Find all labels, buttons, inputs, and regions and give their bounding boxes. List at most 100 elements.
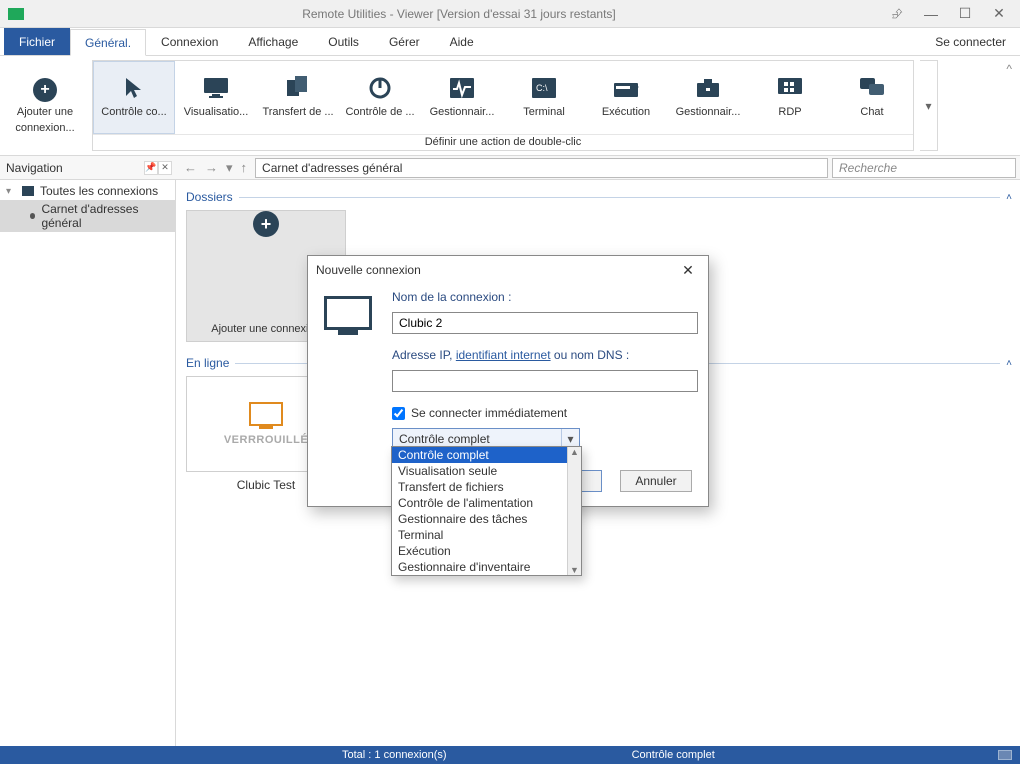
section-folders-title: Dossiers — [186, 190, 233, 204]
ribbon-view-only[interactable]: Visualisatio... — [175, 61, 257, 134]
close-panel-icon[interactable]: ✕ — [158, 161, 172, 175]
mode-select-value: Contrôle complet — [399, 432, 490, 446]
sign-in-button[interactable]: Se connecter — [921, 29, 1020, 55]
tree-child[interactable]: Carnet d'adresses général — [0, 200, 175, 232]
dropdown-option[interactable]: Transfert de fichiers — [392, 479, 581, 495]
section-folders-header: Dossiers ˄ — [186, 190, 1012, 204]
address-bar[interactable]: Carnet d'adresses général — [255, 158, 828, 178]
dropdown-option[interactable]: Visualisation seule — [392, 463, 581, 479]
tree: ▾ Toutes les connexions Carnet d'adresse… — [0, 180, 175, 234]
ribbon-file-transfer[interactable]: Transfert de ... — [257, 61, 339, 134]
ribbon-rdp[interactable]: RDP — [749, 61, 831, 134]
ribbon-item-label: Visualisatio... — [184, 106, 249, 118]
tab-connection[interactable]: Connexion — [146, 28, 233, 55]
dropdown-option[interactable]: Terminal — [392, 527, 581, 543]
nav-forward-icon[interactable]: → — [205, 160, 218, 175]
ribbon-collapse-icon[interactable]: ^ — [1006, 62, 1012, 76]
address-label: Adresse IP, identifiant internet ou nom … — [392, 348, 629, 362]
nav-dropdown-icon[interactable]: ▾ — [226, 160, 233, 176]
nav-panel-header: Navigation 📌 ✕ — [0, 161, 176, 175]
monitor-icon — [201, 76, 231, 100]
address-input[interactable] — [392, 370, 698, 392]
ribbon-item-label: Gestionnair... — [430, 106, 495, 118]
tab-help[interactable]: Aide — [435, 28, 489, 55]
internet-id-link[interactable]: identifiant internet — [456, 348, 551, 362]
ribbon-chat[interactable]: Chat — [831, 61, 913, 134]
tree-root-label: Toutes les connexions — [40, 184, 158, 198]
connection-status: VERRROUILLÉ — [224, 434, 308, 446]
maximize-button[interactable]: ☐ — [954, 3, 976, 25]
rdp-icon — [775, 76, 805, 100]
terminal-icon: C:\ — [529, 76, 559, 100]
keyboard-icon[interactable] — [998, 750, 1012, 760]
tab-strip: Fichier Général. Connexion Affichage Out… — [0, 28, 1020, 56]
tab-tools[interactable]: Outils — [313, 28, 374, 55]
dialog-titlebar: Nouvelle connexion ✕ — [308, 256, 708, 284]
ribbon: + Ajouter une connexion... Contrôle co..… — [0, 56, 1020, 156]
app-icon — [8, 8, 24, 20]
minimize-button[interactable]: — — [920, 3, 942, 25]
svg-text:C:\: C:\ — [536, 83, 548, 93]
ribbon-group-actions: Contrôle co... Visualisatio... Transfert… — [92, 60, 914, 151]
nav-up-icon[interactable]: ↑ — [241, 160, 248, 175]
collapse-section-icon[interactable]: ˄ — [1006, 358, 1012, 369]
ribbon-inventory[interactable]: Gestionnair... — [667, 61, 749, 134]
cancel-button[interactable]: Annuler — [620, 470, 692, 492]
status-bar: Total : 1 connexion(s) Contrôle complet — [0, 746, 1020, 764]
add-connection-label-1: Ajouter une — [17, 106, 73, 118]
connection-name: Clubic Test — [237, 478, 295, 492]
dialog-close-button[interactable]: ✕ — [676, 260, 700, 280]
ribbon-item-label: Chat — [860, 106, 883, 118]
monitor-icon — [324, 296, 372, 330]
dropdown-option[interactable]: Contrôle complet — [392, 447, 581, 463]
dropdown-option[interactable]: Gestionnaire d'inventaire — [392, 559, 581, 575]
connection-name-input[interactable] — [392, 312, 698, 334]
close-button[interactable]: ✕ — [988, 3, 1010, 25]
search-input[interactable]: Recherche — [832, 158, 1016, 178]
tab-general[interactable]: Général. — [70, 29, 146, 56]
caret-icon: ▾ — [6, 186, 16, 197]
tab-file[interactable]: Fichier — [4, 28, 70, 55]
run-icon — [611, 76, 641, 100]
ribbon-task-manager[interactable]: Gestionnair... — [421, 61, 503, 134]
ribbon-terminal[interactable]: C:\ Terminal — [503, 61, 585, 134]
add-connection-label-2: connexion... — [15, 122, 74, 134]
tab-manage[interactable]: Gérer — [374, 28, 435, 55]
search-placeholder: Recherche — [839, 161, 897, 175]
tree-root[interactable]: ▾ Toutes les connexions — [0, 182, 175, 200]
scroll-up-icon: ▲ — [570, 447, 579, 457]
ribbon-item-label: Contrôle co... — [101, 106, 166, 118]
nav-buttons: ← → ▾ ↑ — [176, 160, 255, 176]
tab-view[interactable]: Affichage — [233, 28, 313, 55]
ribbon-item-label: Contrôle de ... — [345, 106, 414, 118]
connect-now-checkbox[interactable] — [392, 407, 405, 420]
dropdown-option[interactable]: Gestionnaire des tâches — [392, 511, 581, 527]
address-text: Carnet d'adresses général — [262, 161, 402, 175]
sidebar: ▾ Toutes les connexions Carnet d'adresse… — [0, 180, 176, 746]
collapse-ribbon-icon[interactable]: ⮵ — [886, 3, 908, 25]
ribbon-item-label: Terminal — [523, 106, 565, 118]
nav-row: Navigation 📌 ✕ ← → ▾ ↑ Carnet d'adresses… — [0, 156, 1020, 180]
pin-icon[interactable]: 📌 — [144, 161, 158, 175]
ribbon-execute[interactable]: Exécution — [585, 61, 667, 134]
nav-back-icon[interactable]: ← — [184, 160, 197, 175]
ribbon-full-control[interactable]: Contrôle co... — [93, 61, 175, 134]
scroll-down-icon: ▼ — [570, 565, 579, 575]
divider — [239, 197, 1000, 198]
dialog-title: Nouvelle connexion — [316, 263, 421, 277]
dropdown-option[interactable]: Contrôle de l'alimentation — [392, 495, 581, 511]
ribbon-item-label: Gestionnair... — [676, 106, 741, 118]
ribbon-power-control[interactable]: Contrôle de ... — [339, 61, 421, 134]
add-connection-button[interactable]: + Ajouter une connexion... — [0, 56, 90, 155]
ribbon-overflow-button[interactable]: ▾ — [920, 60, 938, 151]
monitor-icon — [249, 402, 283, 426]
dropdown-option[interactable]: Exécution — [392, 543, 581, 559]
dropdown-scrollbar[interactable]: ▲▼ — [567, 447, 581, 575]
cursor-icon — [119, 76, 149, 100]
ribbon-item-label: Transfert de ... — [262, 106, 333, 118]
briefcase-icon — [693, 76, 723, 100]
activity-icon — [447, 76, 477, 100]
collapse-section-icon[interactable]: ˄ — [1006, 192, 1012, 203]
window-title: Remote Utilities - Viewer [Version d'ess… — [32, 7, 886, 21]
connect-now-label: Se connecter immédiatement — [411, 406, 567, 420]
